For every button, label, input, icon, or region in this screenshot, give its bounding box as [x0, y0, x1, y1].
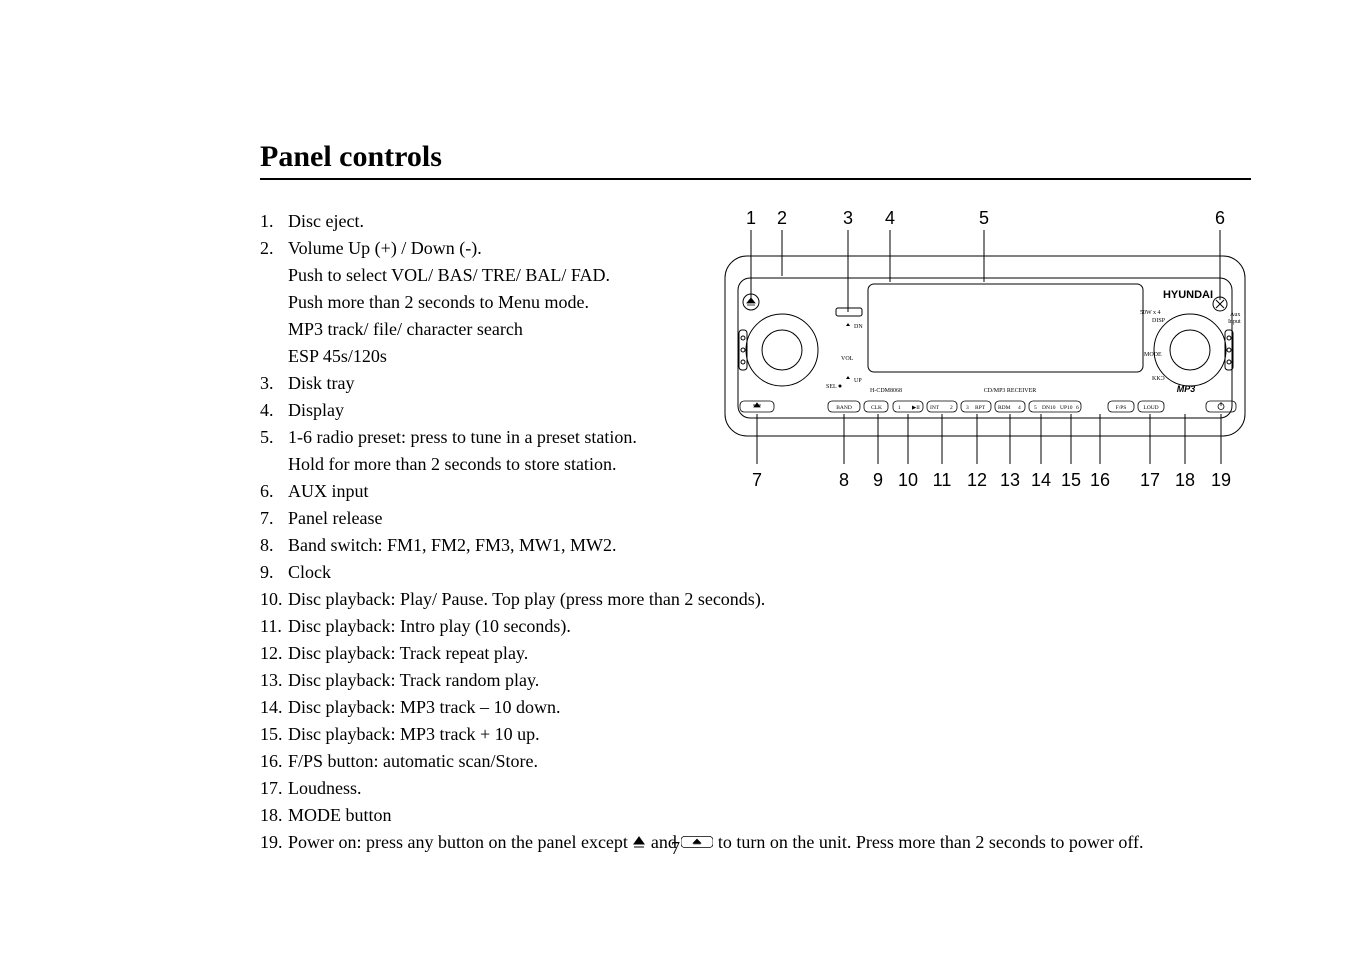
label-sow: 50W x 4: [1140, 310, 1161, 316]
panel-diagram-figure: 1 2 3 4 5 6: [720, 200, 1251, 505]
btn-band: BAND: [836, 405, 852, 411]
item-text: Disc playback: Play/ Pause. Top play (pr…: [288, 589, 765, 609]
btn-3a: 3: [966, 405, 969, 411]
list-item: Clock: [260, 559, 690, 586]
label-aux2: Input: [1228, 319, 1241, 325]
page-title: Panel controls: [260, 140, 1251, 174]
btn-1b: ▶II: [912, 405, 920, 411]
item-text: Loudness.: [288, 778, 362, 798]
item-text: Display: [288, 400, 344, 420]
btn-5b: DN10: [1042, 405, 1056, 411]
label-brand: HYUNDAI: [1163, 289, 1213, 301]
controls-list-top: Disc eject. Volume Up (+) / Down (-). Pu…: [260, 208, 690, 586]
btn-6b: 6: [1076, 405, 1079, 411]
callout-num: 18: [1175, 470, 1195, 490]
callout-num: 10: [898, 470, 918, 490]
callout-num: 4: [885, 208, 895, 228]
callout-num: 11: [933, 470, 952, 490]
label-disp: DISP: [1152, 318, 1166, 324]
list-item: Disk tray: [260, 370, 690, 397]
callout-num: 15: [1061, 470, 1081, 490]
item-text: Clock: [288, 562, 331, 582]
callout-num: 2: [777, 208, 787, 228]
list-item: Volume Up (+) / Down (-). Push to select…: [260, 235, 690, 370]
list-item: 1-6 radio preset: press to tune in a pre…: [260, 424, 690, 478]
btn-4b: 4: [1018, 405, 1021, 411]
item-sub: Push to select VOL/ BAS/ TRE/ BAL/ FAD.: [288, 262, 690, 289]
callout-num: 16: [1090, 470, 1110, 490]
item-text: Disc playback: Intro play (10 seconds).: [288, 616, 571, 636]
btn-2b: 2: [950, 405, 953, 411]
list-item: Display: [260, 397, 690, 424]
item-text: Disc playback: Track repeat play.: [288, 643, 528, 663]
list-item: Disc playback: Intro play (10 seconds).: [260, 613, 1251, 640]
list-item: Panel release: [260, 505, 690, 532]
item-sub: ESP 45s/120s: [288, 343, 690, 370]
callout-num: 13: [1000, 470, 1020, 490]
list-item: AUX input: [260, 478, 690, 505]
callout-num: 5: [979, 208, 989, 228]
item-text: Panel release: [288, 508, 382, 528]
item-text: Disc playback: MP3 track – 10 down.: [288, 697, 560, 717]
btn-4a: RDM: [998, 405, 1011, 411]
item-text: Band switch: FM1, FM2, FM3, MW1, MW2.: [288, 535, 617, 555]
btn-clk: CLK: [871, 405, 882, 411]
label-sel: SEL: [826, 384, 837, 390]
item-text: MODE button: [288, 805, 392, 825]
list-item: MODE button: [260, 802, 1251, 829]
controls-list-bottom: Disc playback: Play/ Pause. Top play (pr…: [260, 586, 1251, 857]
btn-2a: INT: [930, 405, 940, 411]
title-rule: [260, 178, 1251, 180]
btn-5a: 5: [1034, 405, 1037, 411]
btn-fps: F/PS: [1116, 405, 1127, 411]
label-mode: MODE: [1144, 352, 1162, 358]
label-aux: Aux: [1230, 312, 1240, 318]
item-text: AUX input: [288, 481, 369, 501]
callout-num: 8: [839, 470, 849, 490]
item-text: Volume Up (+) / Down (-).: [288, 238, 482, 258]
item-sub: MP3 track/ file/ character search: [288, 316, 690, 343]
list-item: Disc playback: Track repeat play.: [260, 640, 1251, 667]
label-dn: DN: [854, 324, 863, 330]
btn-3b: RPT: [975, 405, 986, 411]
list-item: Disc playback: Track random play.: [260, 667, 1251, 694]
btn-1a: 1: [898, 405, 901, 411]
callout-num: 6: [1215, 208, 1225, 228]
label-up: UP: [854, 378, 862, 384]
item-text: F/PS button: automatic scan/Store.: [288, 751, 538, 771]
item-text: Disc eject.: [288, 211, 364, 231]
callout-num: 3: [843, 208, 853, 228]
btn-loud: LOUD: [1143, 405, 1158, 411]
callout-num: 1: [746, 208, 756, 228]
page-number: 7: [0, 838, 1351, 859]
item-sub: Hold for more than 2 seconds to store st…: [288, 451, 690, 478]
callout-num: 9: [873, 470, 883, 490]
callout-num: 19: [1211, 470, 1231, 490]
callout-num: 7: [752, 470, 762, 490]
btn-6a: UP10: [1060, 405, 1073, 411]
label-kks: KKƆ: [1152, 376, 1165, 382]
list-item: Loudness.: [260, 775, 1251, 802]
item-text: Disk tray: [288, 373, 355, 393]
list-item: Disc eject.: [260, 208, 690, 235]
item-text: Disc playback: Track random play.: [288, 670, 539, 690]
item-text: 1-6 radio preset: press to tune in a pre…: [288, 427, 637, 447]
list-item: Disc playback: MP3 track – 10 down.: [260, 694, 1251, 721]
callout-num: 14: [1031, 470, 1051, 490]
callout-num: 17: [1140, 470, 1160, 490]
label-receiver: CD/MP3 RECEIVER: [984, 388, 1037, 394]
list-item: F/PS button: automatic scan/Store.: [260, 748, 1251, 775]
list-item: Disc playback: MP3 track + 10 up.: [260, 721, 1251, 748]
callout-num: 12: [967, 470, 987, 490]
panel-diagram: 1 2 3 4 5 6: [720, 200, 1250, 500]
item-text: Disc playback: MP3 track + 10 up.: [288, 724, 540, 744]
item-sub: Push more than 2 seconds to Menu mode.: [288, 289, 690, 316]
label-model: H-CDM8068: [870, 388, 902, 394]
label-vol: VOL: [841, 356, 854, 362]
list-item: Disc playback: Play/ Pause. Top play (pr…: [260, 586, 1251, 613]
list-item: Band switch: FM1, FM2, FM3, MW1, MW2.: [260, 532, 690, 559]
